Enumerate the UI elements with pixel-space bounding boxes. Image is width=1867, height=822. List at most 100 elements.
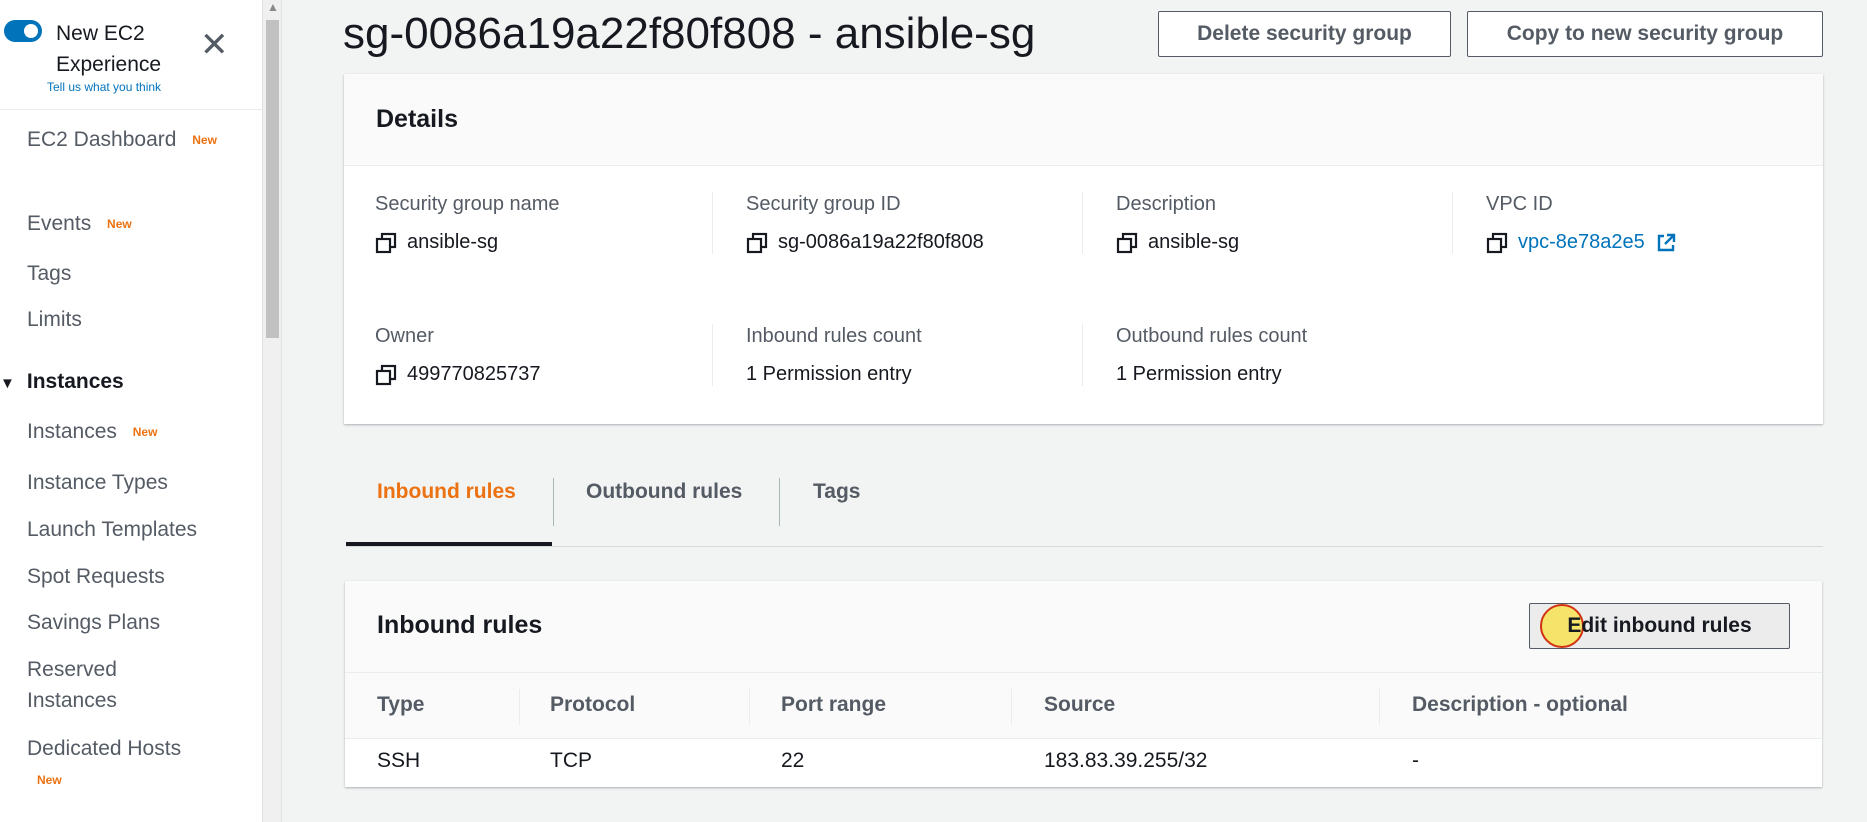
- owner-text: 499770825737: [407, 363, 541, 385]
- new-badge: New: [132, 424, 158, 439]
- edit-inbound-rules-button[interactable]: Edit inbound rules: [1529, 603, 1790, 649]
- tab-tags[interactable]: Tags: [813, 480, 860, 504]
- new-badge: New: [107, 216, 132, 231]
- outbound-count-value: 1 Permission entry: [1116, 363, 1282, 385]
- close-icon[interactable]: ✕: [200, 28, 229, 62]
- edit-inbound-rules-label: Edit inbound rules: [1567, 614, 1752, 637]
- tab-separator: [779, 478, 780, 526]
- sidebar-item-instance-types[interactable]: Instance Types: [27, 467, 168, 498]
- column-divider: [1452, 192, 1453, 254]
- sidebar-item-label: Launch Templates: [27, 518, 198, 541]
- vpc-id-label: VPC ID: [1486, 193, 1553, 215]
- sidebar: New EC2 Experience Tell us what you thin…: [0, 0, 262, 822]
- sidebar-item-label: Savings Plans: [27, 611, 161, 634]
- sg-id-text: sg-0086a19a22f80f808: [778, 231, 984, 253]
- sg-id-value: sg-0086a19a22f80f808: [746, 231, 984, 254]
- delete-security-group-button[interactable]: Delete security group: [1158, 11, 1451, 57]
- copy-icon[interactable]: [375, 364, 397, 386]
- new-experience-toggle-block: New EC2 Experience Tell us what you thin…: [0, 0, 262, 110]
- copy-icon[interactable]: [375, 232, 397, 254]
- owner-label: Owner: [375, 325, 434, 347]
- owner-value: 499770825737: [375, 363, 540, 386]
- copy-icon[interactable]: [1486, 232, 1508, 254]
- inbound-rules-title: Inbound rules: [377, 611, 543, 639]
- sidebar-item-ec2-dashboard[interactable]: EC2 Dashboard New: [27, 124, 227, 156]
- sg-name-value: ansible-sg: [375, 231, 498, 254]
- feedback-link[interactable]: Tell us what you think: [47, 80, 161, 94]
- tabs-divider: [346, 546, 1823, 547]
- column-divider: [1379, 689, 1380, 725]
- tab-inbound-rules[interactable]: Inbound rules: [377, 480, 516, 504]
- column-divider: [1011, 689, 1012, 725]
- copy-security-group-button[interactable]: Copy to new security group: [1467, 11, 1823, 57]
- cell-type: SSH: [377, 749, 421, 772]
- caret-down-icon: ▼: [0, 375, 15, 392]
- sidebar-item-launch-templates[interactable]: Launch Templates: [27, 514, 197, 545]
- copy-icon[interactable]: [1116, 232, 1138, 254]
- column-divider: [712, 324, 713, 386]
- sidebar-item-spot-requests[interactable]: Spot Requests: [27, 561, 165, 592]
- new-experience-title: New EC2 Experience: [56, 22, 162, 76]
- sidebar-item-label: Spot Requests: [27, 565, 165, 588]
- column-divider: [712, 192, 713, 254]
- inbound-rules-header: Inbound rules Edit inbound rules: [345, 581, 1822, 673]
- vpc-id-link[interactable]: vpc-8e78a2e5: [1518, 231, 1645, 254]
- external-link-icon[interactable]: [1655, 232, 1677, 254]
- sidebar-item-label: Limits: [27, 308, 82, 331]
- sg-name-text: ansible-sg: [407, 231, 499, 253]
- details-panel-header: Details: [344, 74, 1823, 166]
- cell-description: -: [1412, 749, 1419, 772]
- sg-id-label: Security group ID: [746, 193, 901, 215]
- scroll-thumb[interactable]: [266, 20, 279, 338]
- sidebar-item-reserved-instances[interactable]: Reserved Instances: [27, 654, 137, 716]
- column-header-port-range[interactable]: Port range: [781, 693, 886, 717]
- outbound-count-label: Outbound rules count: [1116, 325, 1308, 347]
- sidebar-item-label: Instances: [27, 420, 117, 443]
- sidebar-section-label: Instances: [26, 370, 124, 393]
- column-header-source[interactable]: Source: [1044, 693, 1115, 717]
- column-divider: [519, 689, 520, 725]
- tab-separator: [553, 478, 554, 526]
- sidebar-item-label: Tags: [27, 262, 72, 285]
- sidebar-scrollbar[interactable]: ▲: [262, 0, 282, 822]
- sidebar-item-label: Instance Types: [27, 471, 168, 494]
- sidebar-item-label: EC2 Dashboard: [27, 128, 177, 151]
- column-header-protocol[interactable]: Protocol: [550, 693, 635, 717]
- new-experience-toggle[interactable]: [4, 20, 42, 42]
- toggle-knob: [24, 24, 38, 38]
- cell-protocol: TCP: [550, 749, 592, 772]
- column-header-description[interactable]: Description - optional: [1412, 693, 1628, 717]
- cell-port-range: 22: [781, 749, 805, 772]
- sidebar-item-label: Events: [27, 212, 92, 235]
- details-panel: Details Security group name ansible-sg S…: [344, 74, 1823, 424]
- tab-outbound-rules[interactable]: Outbound rules: [586, 480, 742, 504]
- column-divider: [1082, 192, 1083, 254]
- copy-icon[interactable]: [746, 232, 768, 254]
- description-label: Description: [1116, 193, 1217, 215]
- page-title: sg-0086a19a22f80f808 - ansible-sg: [343, 9, 1036, 58]
- table-row: SSH TCP 22 183.83.39.255/32 -: [345, 739, 1822, 787]
- vpc-id-value: vpc-8e78a2e5: [1486, 231, 1677, 254]
- sidebar-item-dedicated-hosts[interactable]: Dedicated Hosts New: [27, 733, 197, 796]
- sidebar-section-instances[interactable]: ▼ Instances: [0, 370, 124, 394]
- sidebar-item-label: Reserved Instances: [27, 658, 117, 712]
- sidebar-item-label: Dedicated Hosts: [27, 737, 182, 760]
- table-header-row: Type Protocol Port range Source Descript…: [345, 673, 1822, 739]
- column-header-type[interactable]: Type: [377, 693, 424, 717]
- details-title: Details: [376, 105, 458, 133]
- sidebar-item-events[interactable]: Events New: [27, 208, 132, 240]
- sidebar-item-savings-plans[interactable]: Savings Plans: [27, 607, 160, 638]
- column-divider: [1082, 324, 1083, 386]
- description-text: ansible-sg: [1148, 231, 1240, 253]
- sidebar-item-limits[interactable]: Limits: [27, 304, 82, 335]
- new-badge: New: [192, 132, 217, 147]
- new-badge: New: [37, 772, 62, 787]
- description-value: ansible-sg: [1116, 231, 1239, 254]
- inbound-count-value: 1 Permission entry: [746, 363, 912, 385]
- inbound-count-label: Inbound rules count: [746, 325, 922, 347]
- scroll-up-arrow-icon[interactable]: ▲: [267, 0, 279, 14]
- column-divider: [749, 689, 750, 725]
- inbound-rules-panel: Inbound rules Edit inbound rules Type Pr…: [345, 581, 1822, 787]
- sidebar-item-tags[interactable]: Tags: [27, 258, 71, 289]
- sidebar-item-instances[interactable]: Instances New: [27, 416, 157, 448]
